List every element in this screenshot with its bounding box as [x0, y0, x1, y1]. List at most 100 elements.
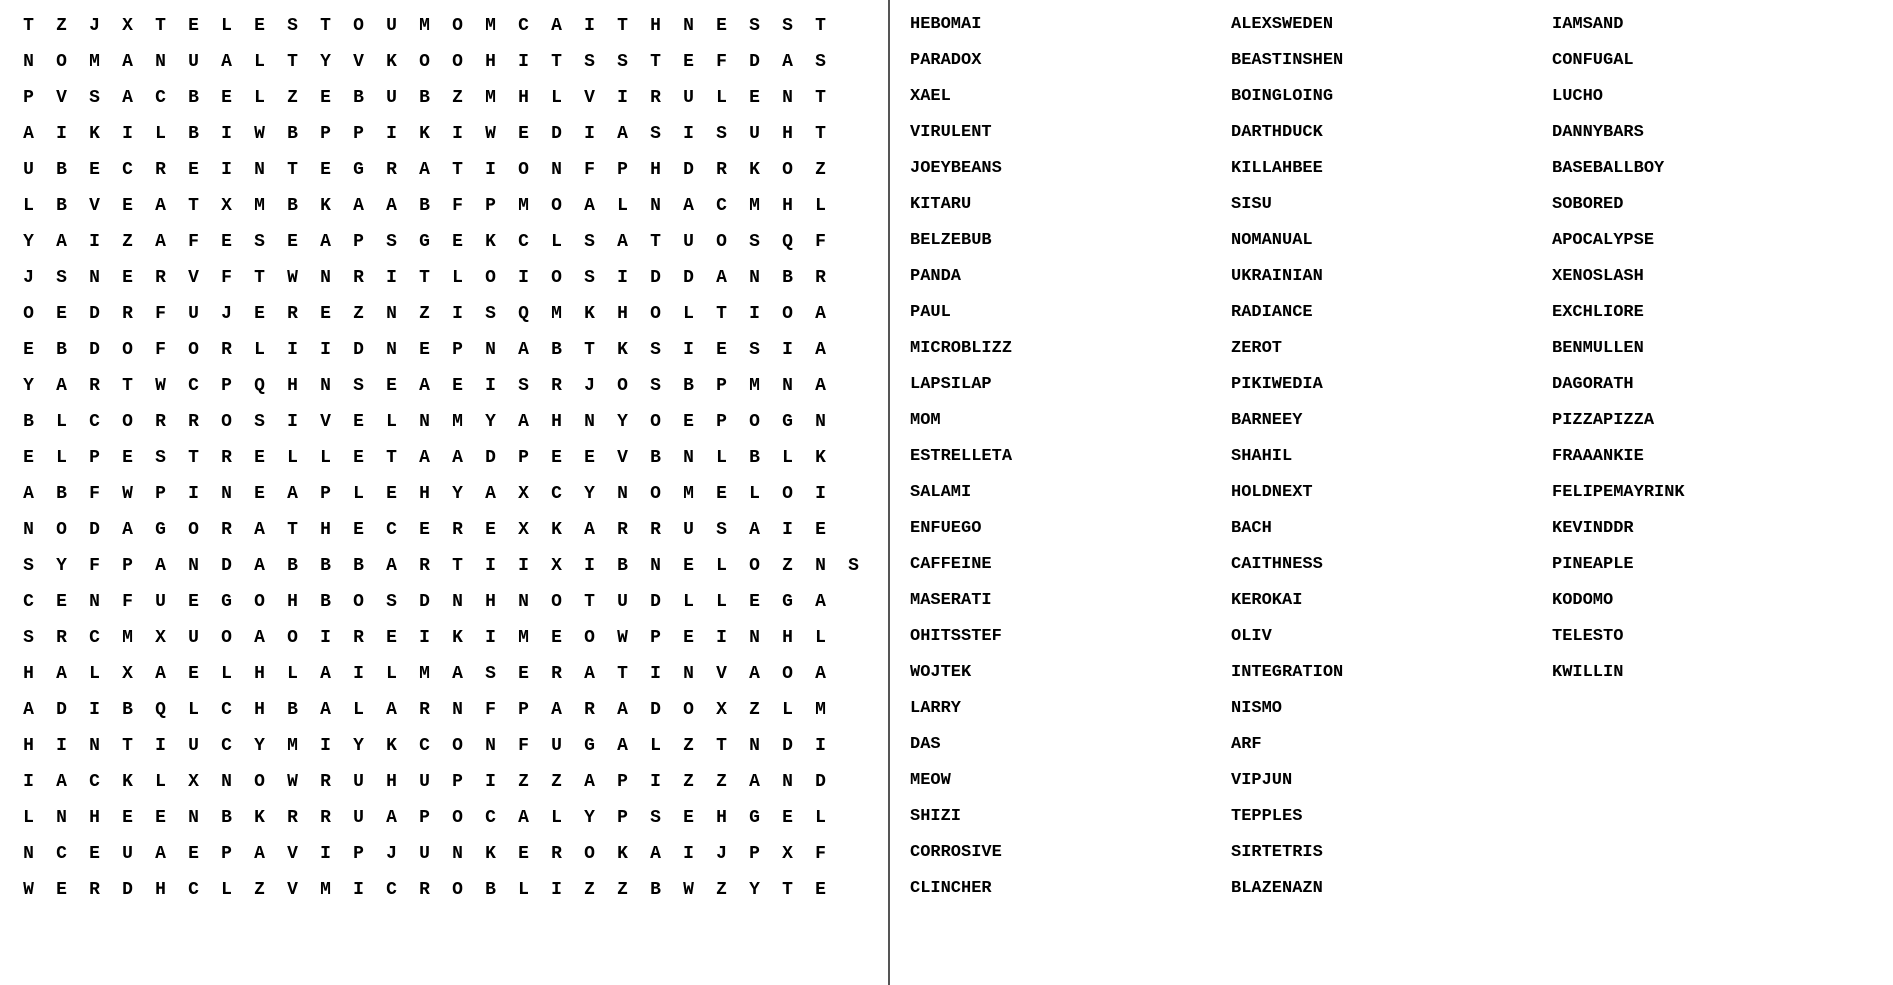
grid-cell: O — [507, 152, 540, 188]
grid-cell: A — [804, 332, 837, 368]
grid-row: LBVEATXMBKAABFPMOALNACMHL — [12, 188, 870, 224]
grid-cell: E — [705, 476, 738, 512]
grid-cell: W — [243, 116, 276, 152]
grid-cell: B — [474, 872, 507, 908]
grid-cell: I — [441, 296, 474, 332]
name-item: IAMSAND — [1552, 8, 1873, 42]
grid-cell: L — [771, 440, 804, 476]
grid-row: NOMANUALTYVKOOHITSSTEFDAS — [12, 44, 870, 80]
name-item: SOBORED — [1552, 188, 1873, 222]
grid-cell: R — [639, 80, 672, 116]
grid-cell: I — [771, 512, 804, 548]
grid-cell: I — [45, 728, 78, 764]
grid-cell: Q — [243, 368, 276, 404]
grid-cell: L — [342, 692, 375, 728]
grid-cell: E — [507, 656, 540, 692]
name-item: SHIZI — [910, 800, 1231, 834]
grid-cell: O — [342, 8, 375, 44]
grid-cell: N — [78, 728, 111, 764]
grid-cell: H — [276, 584, 309, 620]
grid-cell: D — [78, 296, 111, 332]
grid-cell: P — [441, 764, 474, 800]
grid-cell: A — [507, 332, 540, 368]
grid-cell: L — [672, 584, 705, 620]
grid-cell: A — [144, 836, 177, 872]
grid-cell: A — [243, 512, 276, 548]
grid-cell: S — [738, 8, 771, 44]
name-item: DAS — [910, 728, 1231, 762]
grid-cell: V — [78, 188, 111, 224]
grid-cell: C — [375, 872, 408, 908]
grid-cell: A — [804, 368, 837, 404]
grid-cell: I — [672, 332, 705, 368]
grid-cell: B — [45, 188, 78, 224]
grid-cell: B — [276, 116, 309, 152]
grid-cell: K — [441, 620, 474, 656]
grid-cell: U — [375, 8, 408, 44]
grid-cell: E — [309, 296, 342, 332]
grid-cell: P — [705, 368, 738, 404]
grid-cell: O — [639, 404, 672, 440]
grid-cell: I — [705, 620, 738, 656]
grid-cell: E — [177, 584, 210, 620]
grid-cell: D — [804, 764, 837, 800]
grid-cell: F — [144, 332, 177, 368]
grid-cell: R — [375, 152, 408, 188]
name-item: SIRTETRIS — [1231, 836, 1552, 870]
grid-cell: S — [243, 224, 276, 260]
grid-cell: U — [672, 512, 705, 548]
grid-cell: C — [210, 692, 243, 728]
name-item: TEPPLES — [1231, 800, 1552, 834]
grid-cell: T — [375, 440, 408, 476]
name-item: MEOW — [910, 764, 1231, 798]
grid-cell: S — [705, 512, 738, 548]
grid-cell: Z — [606, 872, 639, 908]
grid-cell: T — [606, 8, 639, 44]
grid-cell: L — [144, 116, 177, 152]
name-item: KEVINDDR — [1552, 512, 1873, 546]
grid-cell: E — [672, 44, 705, 80]
grid-cell: F — [705, 44, 738, 80]
grid-cell: G — [342, 152, 375, 188]
name-item: MOM — [910, 404, 1231, 438]
grid-cell: I — [210, 152, 243, 188]
grid-cell: N — [177, 548, 210, 584]
grid-cell: L — [771, 692, 804, 728]
grid-cell: M — [78, 44, 111, 80]
grid-cell: R — [111, 296, 144, 332]
grid-cell: M — [804, 692, 837, 728]
grid-cell: I — [606, 80, 639, 116]
grid-cell: N — [672, 8, 705, 44]
grid-cell: D — [408, 584, 441, 620]
grid-cell: I — [309, 620, 342, 656]
name-item: APOCALYPSE — [1552, 224, 1873, 258]
grid-cell: T — [804, 80, 837, 116]
grid-cell: S — [375, 584, 408, 620]
grid-cell: E — [540, 440, 573, 476]
grid-cell: I — [672, 836, 705, 872]
grid-cell: B — [276, 692, 309, 728]
grid-cell: T — [606, 656, 639, 692]
grid-cell: M — [738, 188, 771, 224]
grid-cell: W — [144, 368, 177, 404]
grid-cell: J — [375, 836, 408, 872]
name-item: WOJTEK — [910, 656, 1231, 690]
names-column-1: HEBOMAIPARADOXXAELVIRULENTJOEYBEANSKITAR… — [910, 8, 1231, 906]
grid-cell: L — [210, 656, 243, 692]
grid-cell: O — [573, 836, 606, 872]
grid-cell: R — [309, 800, 342, 836]
name-item: KITARU — [910, 188, 1231, 222]
grid-cell: J — [78, 8, 111, 44]
grid-cell: L — [243, 44, 276, 80]
grid-cell: E — [375, 620, 408, 656]
grid-cell: O — [210, 620, 243, 656]
name-item: BOINGLOING — [1231, 80, 1552, 114]
grid-cell: Z — [507, 764, 540, 800]
grid-cell: M — [474, 8, 507, 44]
grid-cell: Y — [243, 728, 276, 764]
grid-cell: F — [210, 260, 243, 296]
grid-cell: E — [210, 80, 243, 116]
grid-cell: Z — [672, 728, 705, 764]
grid-cell: E — [45, 584, 78, 620]
grid-cell: R — [78, 368, 111, 404]
